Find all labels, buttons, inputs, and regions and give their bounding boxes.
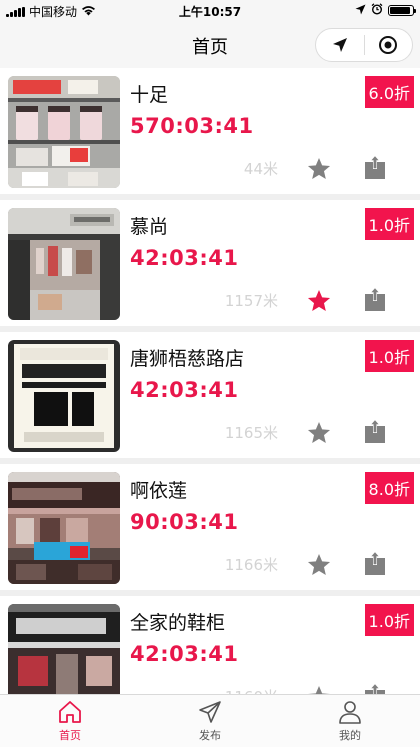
store-name: 唐狮梧慈路店 xyxy=(130,348,245,370)
navigation-icon xyxy=(332,38,347,52)
share-icon xyxy=(365,155,385,179)
record-button[interactable] xyxy=(365,29,413,61)
favorite-button[interactable] xyxy=(306,288,332,314)
discount-badge: 1.0折 xyxy=(364,208,414,240)
app-screen: 中国移动 上午10:57 首页 十足 570:03:41 6.0折 44米 慕尚… xyxy=(0,0,420,747)
battery-icon xyxy=(388,5,416,16)
record-icon xyxy=(379,36,398,54)
store-name: 啊依莲 xyxy=(130,480,188,502)
tab-home-label: 首页 xyxy=(59,729,81,742)
share-icon xyxy=(365,287,385,311)
share-button[interactable] xyxy=(363,682,387,694)
distance-label: 1157米 xyxy=(224,292,278,310)
tab-publish[interactable]: 发布 xyxy=(140,695,280,747)
favorite-button[interactable] xyxy=(306,420,332,446)
star-icon xyxy=(307,289,331,311)
tab-profile[interactable]: 我的 xyxy=(280,695,420,747)
store-card[interactable]: 全家的鞋柜 42:03:41 1.0折 1160米 xyxy=(0,596,420,694)
status-bar: 中国移动 上午10:57 xyxy=(0,0,420,22)
tab-home[interactable]: 首页 xyxy=(0,695,140,747)
discount-badge: 6.0折 xyxy=(364,76,414,108)
countdown-timer: 42:03:41 xyxy=(130,642,239,666)
star-icon xyxy=(307,157,331,179)
discount-badge: 1.0折 xyxy=(364,604,414,636)
share-icon xyxy=(365,683,385,694)
store-card[interactable]: 啊依莲 90:03:41 8.0折 1166米 xyxy=(0,464,420,590)
share-button[interactable] xyxy=(363,418,387,444)
navigation-bar: 首页 xyxy=(0,22,420,68)
miniprogram-capsule xyxy=(315,28,413,62)
countdown-timer: 42:03:41 xyxy=(130,246,239,270)
share-button[interactable] xyxy=(363,550,387,576)
store-thumbnail xyxy=(8,604,120,694)
star-icon xyxy=(307,553,331,575)
favorite-button[interactable] xyxy=(306,684,332,694)
distance-label: 1165米 xyxy=(224,424,278,442)
discount-badge: 1.0折 xyxy=(364,340,414,372)
store-card[interactable]: 十足 570:03:41 6.0折 44米 xyxy=(0,68,420,194)
share-icon xyxy=(365,419,385,443)
share-button[interactable] xyxy=(363,154,387,180)
share-button[interactable] xyxy=(363,286,387,312)
tab-profile-label: 我的 xyxy=(339,729,361,742)
distance-label: 1166米 xyxy=(224,556,278,574)
send-icon xyxy=(199,701,221,723)
store-name: 慕尚 xyxy=(130,216,169,238)
favorite-button[interactable] xyxy=(306,552,332,578)
share-icon xyxy=(365,551,385,575)
tab-bar: 首页 发布 我的 xyxy=(0,694,420,747)
home-icon xyxy=(59,701,81,723)
countdown-timer: 42:03:41 xyxy=(130,378,239,402)
store-card[interactable]: 唐狮梧慈路店 42:03:41 1.0折 1165米 xyxy=(0,332,420,458)
store-thumbnail xyxy=(8,76,120,188)
navigation-button[interactable] xyxy=(316,29,364,61)
store-thumbnail xyxy=(8,208,120,320)
distance-label: 44米 xyxy=(243,160,278,178)
store-list: 十足 570:03:41 6.0折 44米 慕尚 42:03:41 1.0折 1… xyxy=(0,68,420,694)
location-arrow-icon xyxy=(355,4,366,18)
countdown-timer: 90:03:41 xyxy=(130,510,239,534)
store-thumbnail xyxy=(8,340,120,452)
user-icon xyxy=(339,701,361,724)
star-icon xyxy=(307,685,331,694)
status-right xyxy=(355,3,416,18)
store-name: 十足 xyxy=(130,84,169,106)
store-thumbnail xyxy=(8,472,120,584)
favorite-button[interactable] xyxy=(306,156,332,182)
store-card[interactable]: 慕尚 42:03:41 1.0折 1157米 xyxy=(0,200,420,326)
store-name: 全家的鞋柜 xyxy=(130,612,226,634)
star-icon xyxy=(307,421,331,443)
discount-badge: 8.0折 xyxy=(364,472,414,504)
alarm-icon xyxy=(371,3,383,18)
distance-label: 1160米 xyxy=(225,686,278,694)
countdown-timer: 570:03:41 xyxy=(130,114,254,138)
tab-publish-label: 发布 xyxy=(199,729,221,742)
